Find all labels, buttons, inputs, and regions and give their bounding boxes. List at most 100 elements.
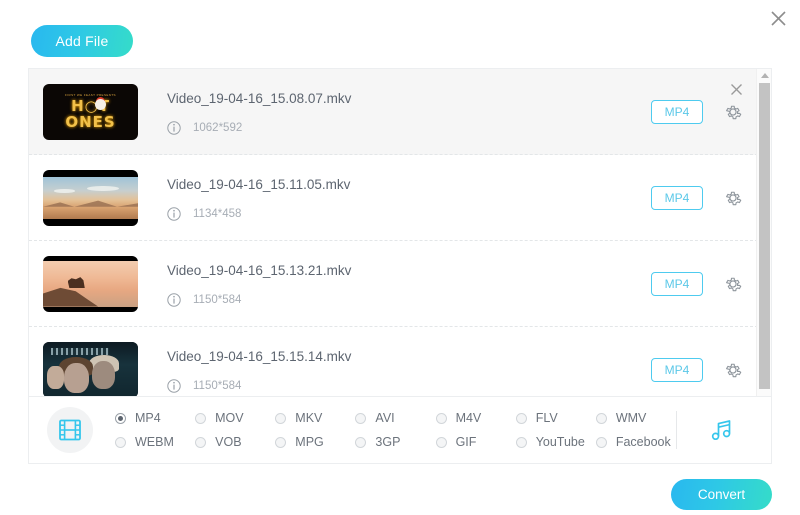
radio-icon [275, 437, 286, 448]
radio-icon [195, 413, 206, 424]
radio-icon [115, 437, 126, 448]
file-name: Video_19-04-16_15.08.07.mkv [167, 89, 651, 109]
format-label: MP4 [135, 411, 161, 425]
format-option-mkv[interactable]: MKV [275, 406, 355, 430]
info-icon[interactable] [167, 207, 181, 221]
file-resolution: 1150*584 [193, 380, 241, 392]
radio-icon [436, 413, 447, 424]
add-file-button[interactable]: Add File [31, 25, 133, 57]
video-format-tab[interactable] [47, 407, 93, 453]
format-label: VOB [215, 435, 241, 449]
file-resolution: 1150*584 [193, 294, 241, 306]
file-meta: Video_19-04-16_15.08.07.mkv 1062*592 [167, 89, 651, 135]
table-row[interactable]: FIRST WE FEAST PRESENTS H○T ONES Video_1… [29, 69, 758, 155]
table-row[interactable]: Video_19-04-16_15.15.14.mkv 1150*584 [29, 327, 758, 396]
format-label: WMV [616, 411, 647, 425]
row-actions: MP4 [651, 99, 758, 125]
convert-label: Convert [698, 487, 745, 502]
format-option-flv[interactable]: FLV [516, 406, 596, 430]
radio-icon [355, 437, 366, 448]
radio-icon [355, 413, 366, 424]
scrollbar-thumb[interactable] [759, 83, 770, 389]
convert-button[interactable]: Convert [671, 479, 772, 510]
format-label: WEBM [135, 435, 174, 449]
add-file-label: Add File [56, 33, 109, 49]
format-label: M4V [456, 411, 482, 425]
format-label: GIF [456, 435, 477, 449]
file-sub: 1150*584 [167, 379, 651, 393]
scrollbar[interactable] [756, 69, 771, 396]
format-label: AVI [375, 411, 394, 425]
file-meta: Video_19-04-16_15.11.05.mkv 1134*458 [167, 175, 651, 221]
row-actions: MP4 [651, 357, 758, 383]
radio-icon [436, 437, 447, 448]
format-badge[interactable]: MP4 [651, 186, 703, 210]
radio-icon [596, 437, 607, 448]
format-label: Facebook [616, 435, 671, 449]
file-list: FIRST WE FEAST PRESENTS H○T ONES Video_1… [29, 69, 758, 396]
video-thumbnail [43, 342, 138, 397]
file-meta: Video_19-04-16_15.13.21.mkv 1150*584 [167, 261, 651, 307]
row-actions: MP4 [651, 271, 758, 297]
format-option-mov[interactable]: MOV [195, 406, 275, 430]
settings-button[interactable] [720, 271, 746, 297]
settings-button[interactable] [720, 99, 746, 125]
format-label: MOV [215, 411, 243, 425]
video-thumbnail [43, 256, 138, 312]
remove-file-button[interactable] [728, 81, 744, 97]
info-icon[interactable] [167, 121, 181, 135]
panel-divider [676, 411, 677, 449]
format-label: FLV [536, 411, 558, 425]
format-option-mp4[interactable]: MP4 [115, 406, 195, 430]
radio-icon [275, 413, 286, 424]
format-label: MKV [295, 411, 322, 425]
format-label: 3GP [375, 435, 400, 449]
window-close-button[interactable] [764, 4, 792, 32]
file-resolution: 1134*458 [193, 208, 241, 220]
radio-icon [516, 413, 527, 424]
info-icon[interactable] [167, 293, 181, 307]
gear-icon [723, 274, 743, 294]
format-badge[interactable]: MP4 [651, 100, 703, 124]
video-thumbnail [43, 170, 138, 226]
format-option-3gp[interactable]: 3GP [355, 430, 435, 454]
chevron-up-icon [761, 73, 769, 78]
radio-icon [516, 437, 527, 448]
file-name: Video_19-04-16_15.13.21.mkv [167, 261, 651, 281]
close-icon [770, 10, 787, 27]
radio-icon [115, 413, 126, 424]
format-option-youtube[interactable]: YouTube [516, 430, 596, 454]
format-badge[interactable]: MP4 [651, 358, 703, 382]
info-icon[interactable] [167, 379, 181, 393]
format-option-webm[interactable]: WEBM [115, 430, 195, 454]
format-panel: MP4 MOV MKV AVI M4V FLV [28, 396, 772, 464]
format-option-gif[interactable]: GIF [436, 430, 516, 454]
table-row[interactable]: Video_19-04-16_15.13.21.mkv 1150*584 [29, 241, 758, 327]
video-converter-window: Add File FIRST WE FEAST PRESENTS H○T ONE… [0, 0, 800, 515]
format-option-wmv[interactable]: WMV [596, 406, 676, 430]
format-option-facebook[interactable]: Facebook [596, 430, 676, 454]
format-option-m4v[interactable]: M4V [436, 406, 516, 430]
file-resolution: 1062*592 [193, 122, 242, 134]
file-list-container: FIRST WE FEAST PRESENTS H○T ONES Video_1… [28, 68, 772, 396]
table-row[interactable]: Video_19-04-16_15.11.05.mkv 1134*458 [29, 155, 758, 241]
film-strip-icon [57, 417, 83, 443]
format-options: MP4 MOV MKV AVI M4V FLV [115, 406, 676, 454]
settings-button[interactable] [720, 357, 746, 383]
file-name: Video_19-04-16_15.15.14.mkv [167, 347, 651, 367]
settings-button[interactable] [720, 185, 746, 211]
radio-icon [195, 437, 206, 448]
music-note-icon [708, 416, 736, 444]
format-badge[interactable]: MP4 [651, 272, 703, 296]
audio-format-tab[interactable] [699, 407, 745, 453]
scroll-up-button[interactable] [757, 69, 772, 81]
file-name: Video_19-04-16_15.11.05.mkv [167, 175, 651, 195]
format-option-mpg[interactable]: MPG [275, 430, 355, 454]
radio-icon [596, 413, 607, 424]
video-thumbnail: FIRST WE FEAST PRESENTS H○T ONES [43, 84, 138, 140]
format-option-vob[interactable]: VOB [195, 430, 275, 454]
row-actions: MP4 [651, 185, 758, 211]
format-option-avi[interactable]: AVI [355, 406, 435, 430]
gear-icon [723, 360, 743, 380]
format-label: MPG [295, 435, 323, 449]
